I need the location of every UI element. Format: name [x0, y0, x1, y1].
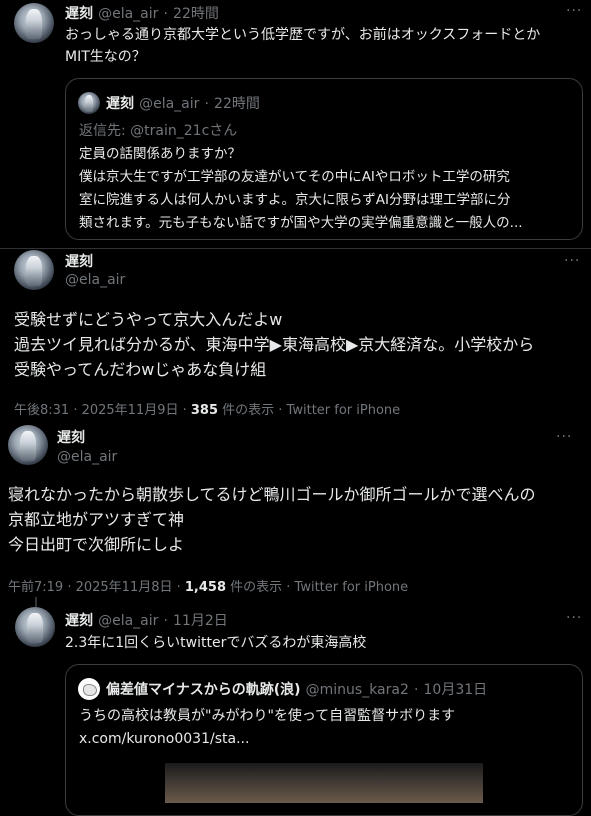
display-name[interactable]: 遅刻 [65, 613, 93, 629]
display-name[interactable]: 遅刻 [65, 251, 93, 271]
display-name[interactable]: 遅刻 [57, 427, 85, 447]
tweet-text-line: 今日出町で次御所にしよ [8, 535, 185, 554]
view-count: 385 [190, 403, 219, 418]
handle[interactable]: @ela_air [98, 613, 158, 629]
quoted-text-line: 類されます。元も子もない話ですが国や大学の実学偏重意識と一般人の... [79, 215, 523, 231]
tweet-text: おっしゃる通り京都大学という低学歴ですが、お前はオックスフォードとか MIT生な… [65, 24, 585, 68]
quoted-tweet[interactable]: 遅刻 @ela_air · 22時間 返信先: @train_21cさん 定員の… [65, 78, 583, 240]
quoted-text: うちの高校は教員が"みがわり"を使って自習監督サボります x.com/kuron… [79, 705, 574, 751]
avatar [78, 92, 100, 114]
avatar[interactable] [14, 250, 54, 290]
display-name[interactable]: 遅刻 [65, 6, 93, 22]
timestamp[interactable]: 11月2日 [173, 613, 228, 629]
tweet-text-line: 受験せずにどうやって京大入んだよw [14, 310, 283, 329]
quoted-text-line: 定員の話関係ありますか？ [79, 146, 241, 162]
tweet-meta: 午後8:31 · 2025年11月9日 · 385 件の表示 · Twitter… [14, 399, 400, 418]
tweet-text-line: 過去ツイ見れば分かるが、東海中学▶東海高校▶京大経済な。小学校から [14, 335, 535, 354]
view-source: 件の表示 · Twitter for iPhone [226, 580, 409, 595]
quoted-timestamp: 10月31日 [423, 682, 488, 698]
quoted-text-line: 室に院進する人は何人かいますよ。京大に限らずAI分野は理工学部に分 [79, 192, 511, 208]
thread-line [35, 597, 37, 607]
more-options-icon[interactable]: ··· [566, 610, 582, 626]
tweet-text-line: MIT生なの？ [65, 49, 146, 65]
quoted-text: 定員の話関係ありますか？ 僕は京大生ですが工学部の友達がいてその中にAIやロボッ… [79, 143, 574, 235]
tweet-text-line: 京都立地がアツすぎて神 [8, 510, 185, 529]
more-options-icon[interactable]: ··· [564, 253, 580, 269]
quoted-link[interactable]: x.com/kurono0031/sta... [79, 728, 574, 751]
avatar[interactable] [8, 425, 48, 465]
avatar[interactable] [14, 3, 54, 43]
timestamp[interactable]: 22時間 [173, 6, 219, 22]
tweet-text-line: 寝れなかったから朝散歩してるけど鴨川ゴールか御所ゴールかで選べんの [8, 485, 536, 504]
tweet-text: 2.3年に1回くらいtwitterでバズるわが東海高校 [65, 635, 367, 651]
quoted-display-name: 偏差値マイナスからの軌跡(浪) [106, 682, 301, 698]
tweet-date[interactable]: 午後8:31 · 2025年11月9日 · [14, 403, 191, 418]
tweet-text-line: おっしゃる通り京都大学という低学歴ですが、お前はオックスフォードとか [65, 27, 541, 43]
more-options-icon[interactable]: ··· [566, 3, 582, 19]
view-count: 1,458 [184, 580, 227, 595]
handle[interactable]: @ela_air [98, 6, 158, 22]
quoted-timestamp: 22時間 [214, 96, 260, 112]
avatar[interactable] [15, 607, 55, 647]
quoted-media-image[interactable] [165, 763, 483, 803]
tweet-text: 寝れなかったから朝散歩してるけど鴨川ゴールか御所ゴールかで選べんの 京都立地がア… [8, 482, 586, 557]
tweet-text-line: 受験やってんだわwじゃあな負け組 [14, 360, 267, 379]
more-options-icon[interactable]: ··· [556, 429, 572, 445]
quoted-text-line: うちの高校は教員が"みがわり"を使って自習監督サボります [79, 708, 456, 724]
quoted-display-name: 遅刻 [106, 96, 134, 112]
quoted-tweet[interactable]: 偏差値マイナスからの軌跡(浪) @minus_kara2 · 10月31日 うち… [65, 664, 583, 816]
reply-to-label: 返信先: @train_21cさん [79, 123, 238, 139]
handle[interactable]: @ela_air [57, 449, 117, 465]
handle[interactable]: @ela_air [65, 272, 125, 288]
quoted-handle: @minus_kara2 [305, 682, 409, 698]
tweet-date[interactable]: 午前7:19 · 2025年11月8日 · [8, 580, 185, 595]
view-source: 件の表示 · Twitter for iPhone [218, 403, 401, 418]
quoted-handle: @ela_air [139, 96, 200, 112]
avatar [78, 678, 100, 700]
divider [0, 248, 591, 249]
tweet-meta: 午前7:19 · 2025年11月8日 · 1,458 件の表示 · Twitt… [8, 576, 408, 595]
quoted-text-line: 僕は京大生ですが工学部の友達がいてその中にAIやロボット工学の研究 [79, 169, 510, 185]
tweet-text: 受験せずにどうやって京大入んだよw 過去ツイ見れば分かるが、東海中学▶東海高校▶… [14, 307, 584, 382]
